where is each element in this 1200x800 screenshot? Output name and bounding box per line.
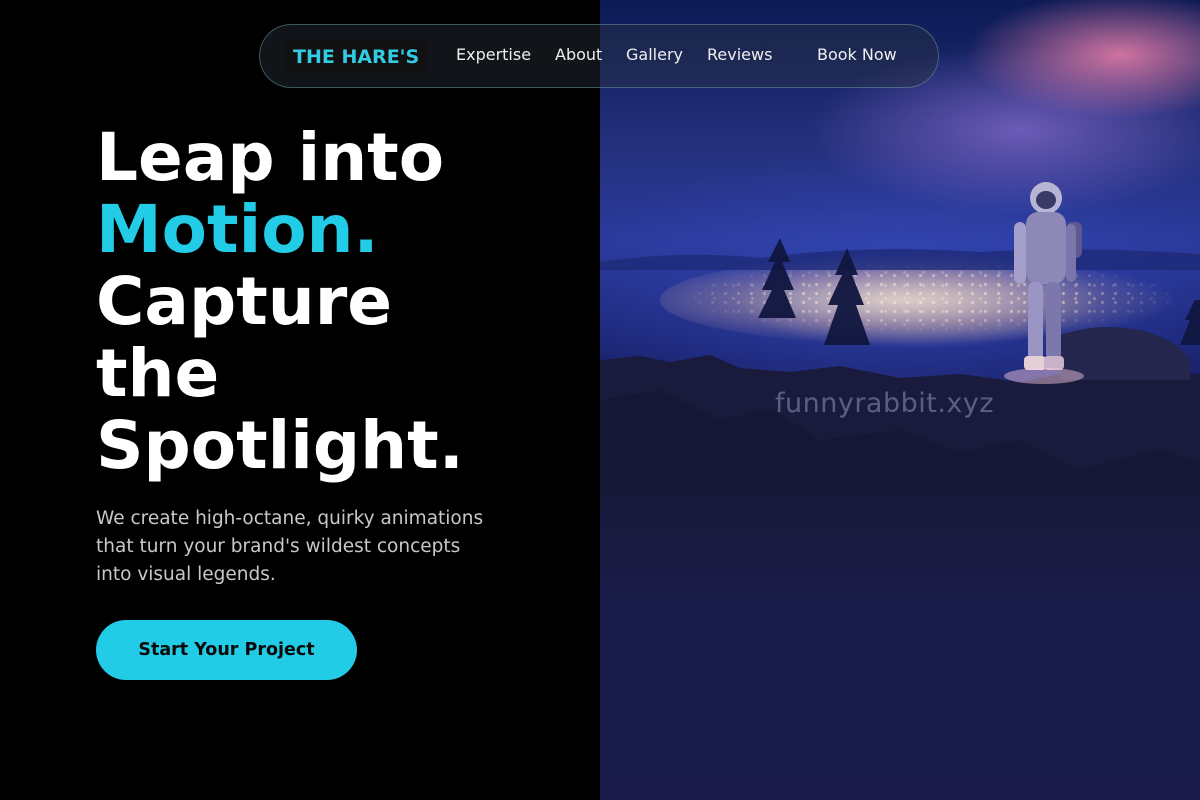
hero-subtitle: We create high-octane, quirky animations…	[96, 508, 484, 585]
distant-hills	[600, 249, 1200, 270]
brand-logo[interactable]: THE HARE'S	[285, 41, 428, 73]
nav-link-expertise[interactable]: Expertise	[456, 45, 531, 64]
foot-glow	[1004, 368, 1084, 384]
boulder	[1060, 326, 1190, 380]
hero-title: Leap into Motion. Capture the Spotlight.	[96, 122, 464, 482]
watermark: funnyrabbit.xyz	[775, 388, 995, 419]
nav-link-about[interactable]: About	[555, 45, 602, 64]
start-project-button[interactable]: Start Your Project	[96, 620, 357, 680]
navbar: THE HARE'S Expertise About Gallery Revie…	[259, 24, 939, 88]
hero-title-line: Spotlight.	[96, 407, 464, 484]
book-now-button[interactable]: Book Now	[817, 45, 897, 64]
fog	[600, 470, 1200, 800]
hero-title-line: Leap into	[96, 119, 445, 196]
hero-title-line: Capture	[96, 263, 393, 340]
hero-title-line: the	[96, 335, 220, 412]
hero-title-accent: Motion.	[96, 191, 379, 268]
hero-image: funnyrabbit.xyz	[600, 0, 1200, 800]
nav-link-reviews[interactable]: Reviews	[707, 45, 772, 64]
nav-link-gallery[interactable]: Gallery	[626, 45, 683, 64]
